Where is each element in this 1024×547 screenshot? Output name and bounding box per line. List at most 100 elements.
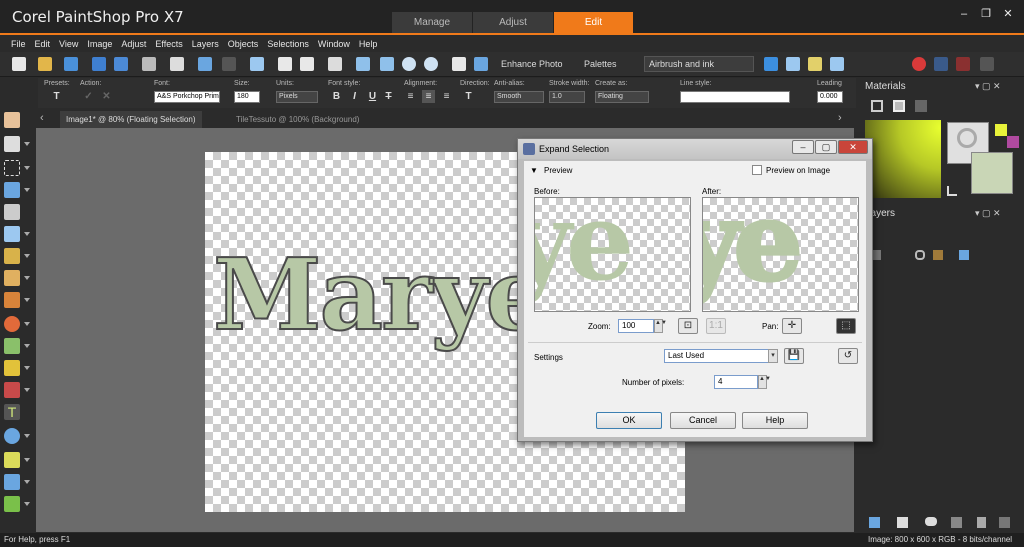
picture-tube-icon[interactable] (4, 382, 20, 398)
leading-field[interactable]: 0.000 (817, 91, 843, 103)
menu-objects[interactable]: Objects (228, 36, 259, 52)
mesh-warp-tool-arrow[interactable] (24, 480, 30, 484)
close-button[interactable]: ✕ (1002, 8, 1014, 20)
eraser-tool-arrow[interactable] (24, 366, 30, 370)
tab-tiletessuto[interactable]: TileTessuto @ 100% (Background) (230, 111, 365, 128)
align-left-icon[interactable]: ≡ (404, 90, 417, 103)
menu-view[interactable]: View (59, 36, 78, 52)
materials-swatch-icon[interactable] (893, 100, 905, 112)
background-swatch[interactable] (971, 152, 1013, 194)
crop-icon[interactable] (328, 57, 342, 71)
paint-tool-arrow[interactable] (24, 502, 30, 506)
mesh-warp-tool-icon[interactable] (4, 474, 20, 490)
flag-icon[interactable] (278, 57, 292, 71)
pick-tool-arrow[interactable] (24, 142, 30, 146)
pixels-spinner[interactable]: ▲▼ (758, 375, 771, 389)
group-icon[interactable] (951, 517, 962, 528)
zoom-field[interactable]: 100 (618, 319, 654, 333)
units-select[interactable]: Pixels (276, 91, 318, 103)
align-center-icon[interactable]: ≡ (422, 90, 435, 103)
selection-tool-arrow[interactable] (24, 166, 30, 170)
browse-icon[interactable] (64, 57, 78, 71)
menu-file[interactable]: File (11, 36, 26, 52)
shape-tool-icon[interactable] (4, 428, 20, 444)
play-icon[interactable] (764, 57, 778, 71)
menu-edit[interactable]: Edit (35, 36, 51, 52)
swap-colors-icon[interactable] (947, 186, 957, 196)
font-field[interactable]: A&S Porkchop Prim (154, 91, 220, 103)
crop-tool-icon[interactable] (4, 204, 20, 220)
pan-button[interactable]: ✛ (782, 318, 802, 334)
fit-icon[interactable] (356, 57, 370, 71)
bold-button[interactable]: B (330, 90, 343, 103)
underline-button[interactable]: U (366, 90, 379, 103)
create-as-select[interactable]: Floating (595, 91, 649, 103)
settings-dropdown-icon[interactable]: ▾ (768, 349, 778, 363)
antialias-select[interactable]: Smooth (494, 91, 544, 103)
selection-tool-icon[interactable] (4, 160, 20, 176)
layer-menu-icon[interactable] (999, 517, 1010, 528)
zoom-spinner[interactable]: ▲▼ (654, 319, 667, 333)
resize-icon[interactable] (250, 57, 264, 71)
zoom-out-icon[interactable] (402, 57, 416, 71)
menu-selections[interactable]: Selections (267, 36, 309, 52)
stop-icon[interactable] (956, 57, 970, 71)
lighten-tool-arrow[interactable] (24, 322, 30, 326)
materials-panel-controls[interactable]: ▾ ▢ ✕ (975, 81, 1001, 92)
menu-effects[interactable]: Effects (155, 36, 182, 52)
color-replacer-icon[interactable] (4, 338, 20, 354)
cancel-button[interactable]: Cancel (670, 412, 736, 429)
tab-edit[interactable]: Edit (554, 12, 633, 34)
straighten-tool-icon[interactable] (4, 226, 20, 242)
dialog-close-button[interactable]: ✕ (838, 140, 868, 154)
dialog-minimize-button[interactable]: – (792, 140, 814, 154)
strikethrough-button[interactable]: T (382, 90, 395, 103)
makeover-tool-icon[interactable] (4, 270, 20, 286)
link-layer-icon[interactable] (915, 250, 925, 260)
grid-icon[interactable] (452, 57, 466, 71)
pause-icon[interactable] (934, 57, 948, 71)
delete-layer-icon[interactable] (977, 517, 986, 528)
paint-tool-icon[interactable] (4, 496, 20, 512)
open-folder-icon[interactable] (38, 57, 52, 71)
lock-layer-icon[interactable] (933, 250, 943, 260)
pen-tool-icon[interactable] (4, 452, 20, 468)
menu-image[interactable]: Image (87, 36, 112, 52)
picture-tube-arrow[interactable] (24, 388, 30, 392)
after-preview[interactable]: ye (702, 197, 859, 312)
new-raster-layer-icon[interactable] (869, 517, 880, 528)
color-replacer-arrow[interactable] (24, 344, 30, 348)
save-as-icon[interactable] (114, 57, 128, 71)
shape-tool-arrow[interactable] (24, 434, 30, 438)
direction-icon[interactable]: T (462, 90, 475, 103)
size-field[interactable]: 180 (234, 91, 260, 103)
brush-tool-arrow[interactable] (24, 298, 30, 302)
script-icon[interactable] (786, 57, 800, 71)
before-preview[interactable]: ye (534, 197, 691, 312)
zoom-to-fit-button[interactable]: ⊡ (678, 318, 698, 334)
proof-button[interactable]: ⬚ (836, 318, 856, 334)
menu-window[interactable]: Window (318, 36, 350, 52)
align-right-icon[interactable]: ≡ (440, 90, 453, 103)
no-material-icon[interactable] (957, 128, 977, 148)
preview-toggle-icon[interactable]: ▼ (530, 166, 538, 175)
record-icon[interactable] (912, 57, 926, 71)
tab-manage[interactable]: Manage (392, 12, 472, 34)
preview-label[interactable]: Preview (544, 166, 572, 175)
pen-tool-arrow[interactable] (24, 458, 30, 462)
edit-script-icon[interactable] (808, 57, 822, 71)
palettes-button[interactable]: Palettes (584, 59, 617, 69)
makeover-tool-arrow[interactable] (24, 276, 30, 280)
menu-layers[interactable]: Layers (192, 36, 219, 52)
line-style-select[interactable] (680, 91, 790, 103)
apply-icon[interactable]: ✓ (82, 90, 95, 103)
lighten-tool-icon[interactable] (4, 316, 20, 332)
italic-button[interactable]: I (348, 90, 361, 103)
flip-icon[interactable] (300, 57, 314, 71)
stroke-width-field[interactable]: 1.0 (549, 91, 585, 103)
tab-scroll-right-icon[interactable]: › (838, 112, 842, 124)
enhance-photo-button[interactable]: Enhance Photo (501, 59, 563, 69)
tab-scroll-left-icon[interactable]: ‹ (40, 112, 44, 124)
tab-adjust[interactable]: Adjust (473, 12, 553, 34)
color-spectrum[interactable] (865, 120, 941, 198)
